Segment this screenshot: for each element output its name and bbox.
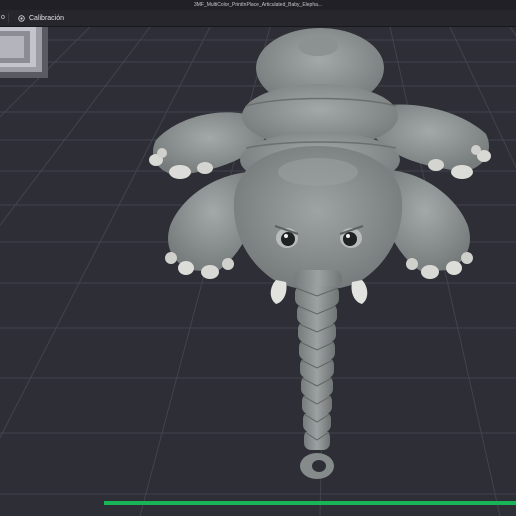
elephant-trunk xyxy=(294,270,342,479)
viewport-scene xyxy=(0,27,516,516)
tab-calibration-label: Calibración xyxy=(29,14,65,22)
3d-viewport[interactable] xyxy=(0,27,516,516)
tab-bar: o Calibración xyxy=(0,10,516,27)
tab-calibration[interactable]: Calibración xyxy=(18,10,64,26)
tab-previous-label[interactable]: o xyxy=(0,10,5,26)
calibration-object xyxy=(0,27,48,78)
calibration-target-icon xyxy=(18,14,25,22)
tab-divider xyxy=(8,13,9,23)
slicing-progress-bar xyxy=(104,501,516,505)
window-title: 3MF_MultiColor_PrintInPlace_Articulated_… xyxy=(0,0,516,10)
slicing-progress-fill xyxy=(104,501,516,505)
